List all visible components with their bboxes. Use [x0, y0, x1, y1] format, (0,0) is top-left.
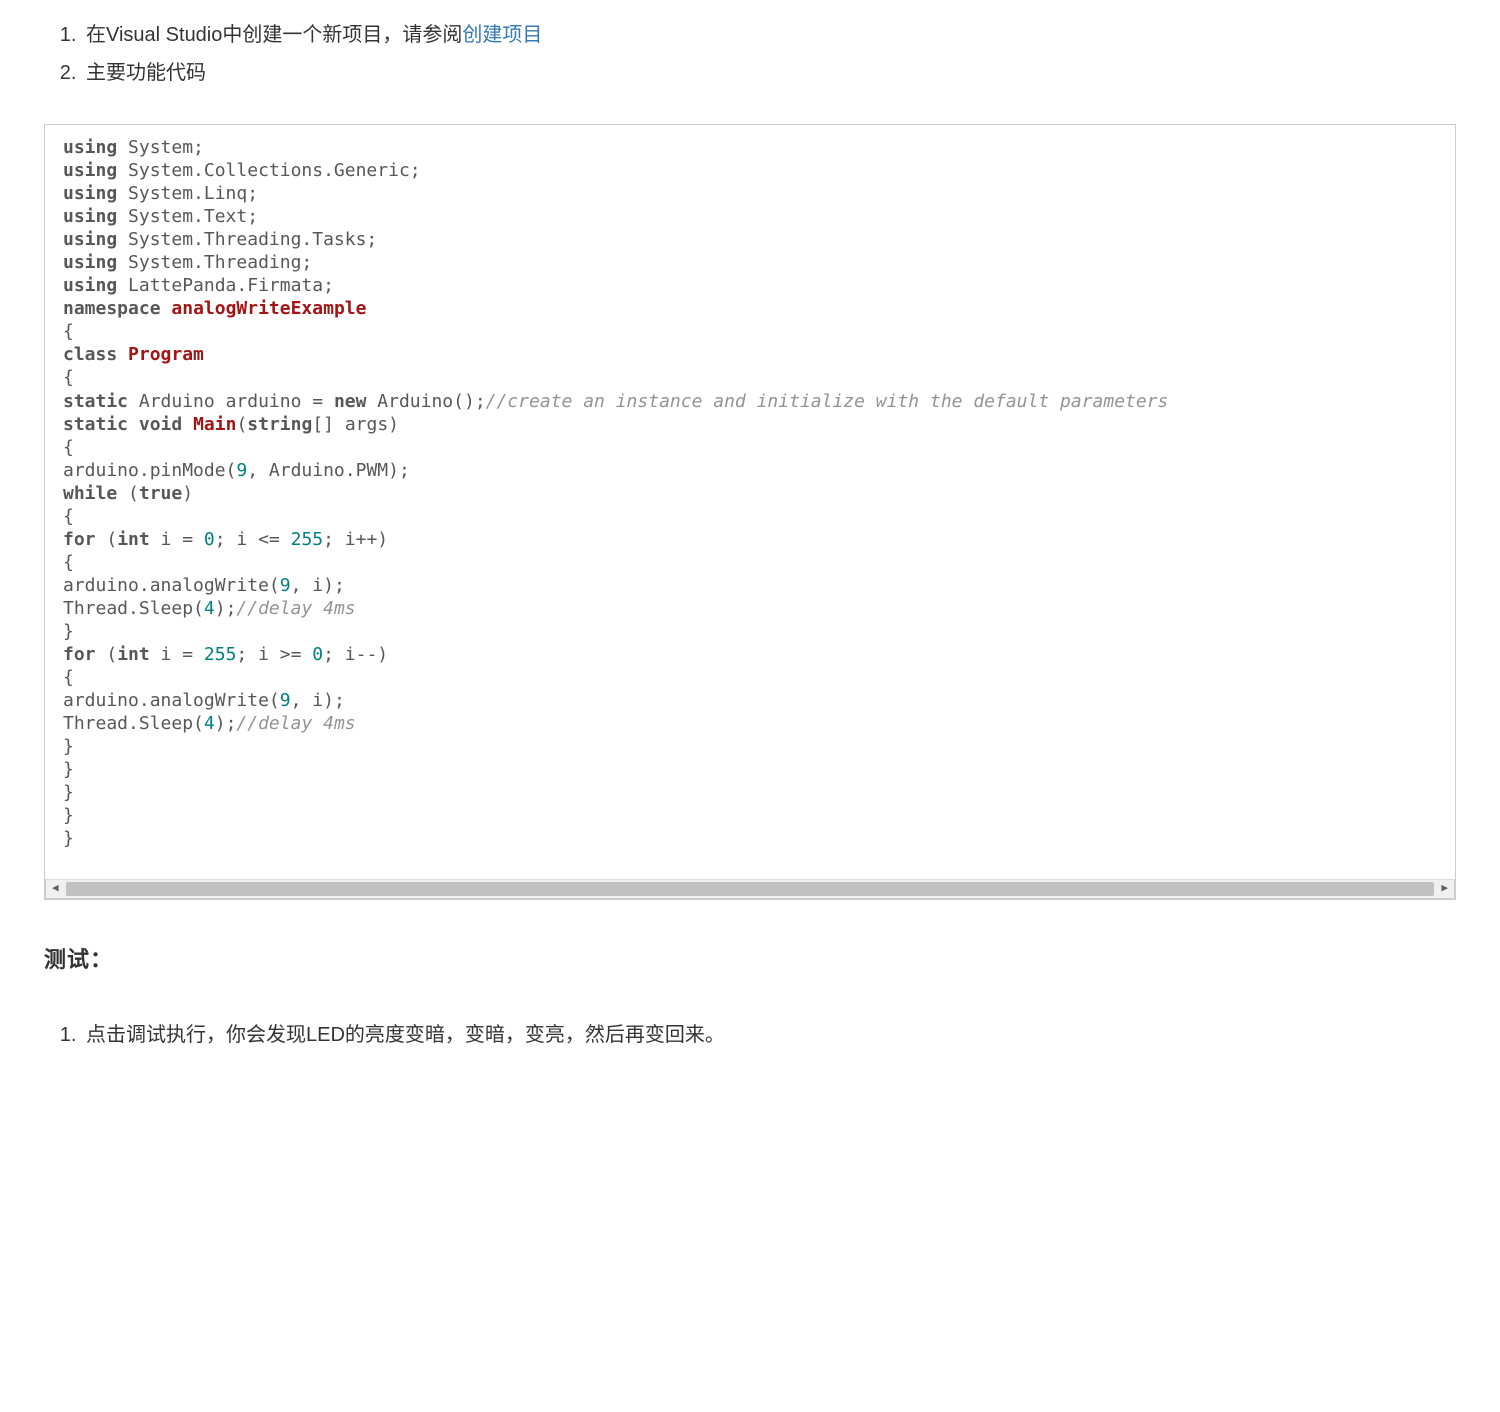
- scrollbar-thumb[interactable]: [66, 882, 1434, 896]
- horizontal-scrollbar[interactable]: ◀▶: [45, 879, 1455, 899]
- test-heading: 测试：: [44, 940, 1456, 980]
- test-step-1-text: 点击调试执行，你会发现LED的亮度变暗，变暗，变亮，然后再变回来。: [86, 1024, 725, 1046]
- list-item: 点击调试执行，你会发现LED的亮度变暗，变暗，变亮，然后再变回来。: [82, 1016, 1456, 1054]
- create-project-link[interactable]: 创建项目: [462, 24, 542, 46]
- setup-steps-list: 在Visual Studio中创建一个新项目，请参阅创建项目 主要功能代码: [44, 16, 1456, 92]
- code-content: using System; using System.Collections.G…: [63, 137, 1168, 849]
- step-2-text: 主要功能代码: [86, 62, 206, 84]
- list-item: 在Visual Studio中创建一个新项目，请参阅创建项目: [82, 16, 1456, 54]
- scroll-right-icon[interactable]: ▶: [1437, 883, 1452, 896]
- scroll-left-icon[interactable]: ◀: [48, 883, 63, 896]
- test-steps-list: 点击调试执行，你会发现LED的亮度变暗，变暗，变亮，然后再变回来。: [44, 1016, 1456, 1054]
- list-item: 主要功能代码: [82, 54, 1456, 92]
- code-block: using System; using System.Collections.G…: [44, 124, 1456, 900]
- step-1-text: 在Visual Studio中创建一个新项目，请参阅: [86, 24, 462, 46]
